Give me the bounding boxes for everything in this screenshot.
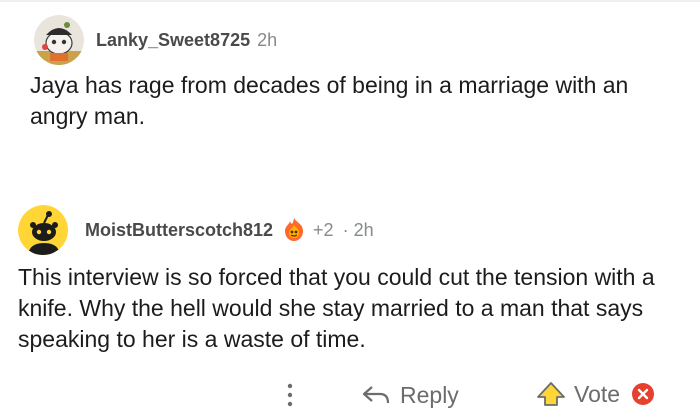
score: +2: [313, 219, 334, 240]
comment-body: Jaya has rage from decades of being in a…: [30, 72, 629, 129]
separator: ·: [342, 219, 349, 240]
comment-action-bar: Reply Vote: [0, 370, 700, 413]
reply-label: Reply: [400, 381, 459, 408]
upvote-icon: [537, 382, 565, 406]
timestamp: 2h: [257, 29, 278, 50]
flaming-award-icon: [281, 217, 307, 243]
more-options-button[interactable]: [280, 380, 300, 410]
comment-meta: Lanky_Sweet8725 2h: [34, 14, 277, 66]
username[interactable]: Lanky_Sweet8725: [96, 30, 250, 51]
reply-arrow-icon: [362, 386, 390, 404]
close-icon[interactable]: [632, 383, 655, 405]
vote-button[interactable]: Vote: [536, 378, 655, 410]
comment-meta: MoistButterscotch812 +2 · 2h: [18, 204, 374, 256]
timestamp: 2h: [353, 219, 374, 240]
snoo-avatar-icon[interactable]: [34, 15, 84, 65]
more-options-icon: [287, 383, 293, 407]
comment-body: This interview is so forced that you cou…: [18, 264, 655, 352]
top-divider: [0, 0, 700, 2]
username[interactable]: MoistButterscotch812: [85, 220, 273, 241]
vote-label: Vote: [574, 380, 621, 407]
default-snoo-avatar-icon[interactable]: [18, 205, 68, 255]
reply-button[interactable]: Reply: [362, 380, 459, 410]
